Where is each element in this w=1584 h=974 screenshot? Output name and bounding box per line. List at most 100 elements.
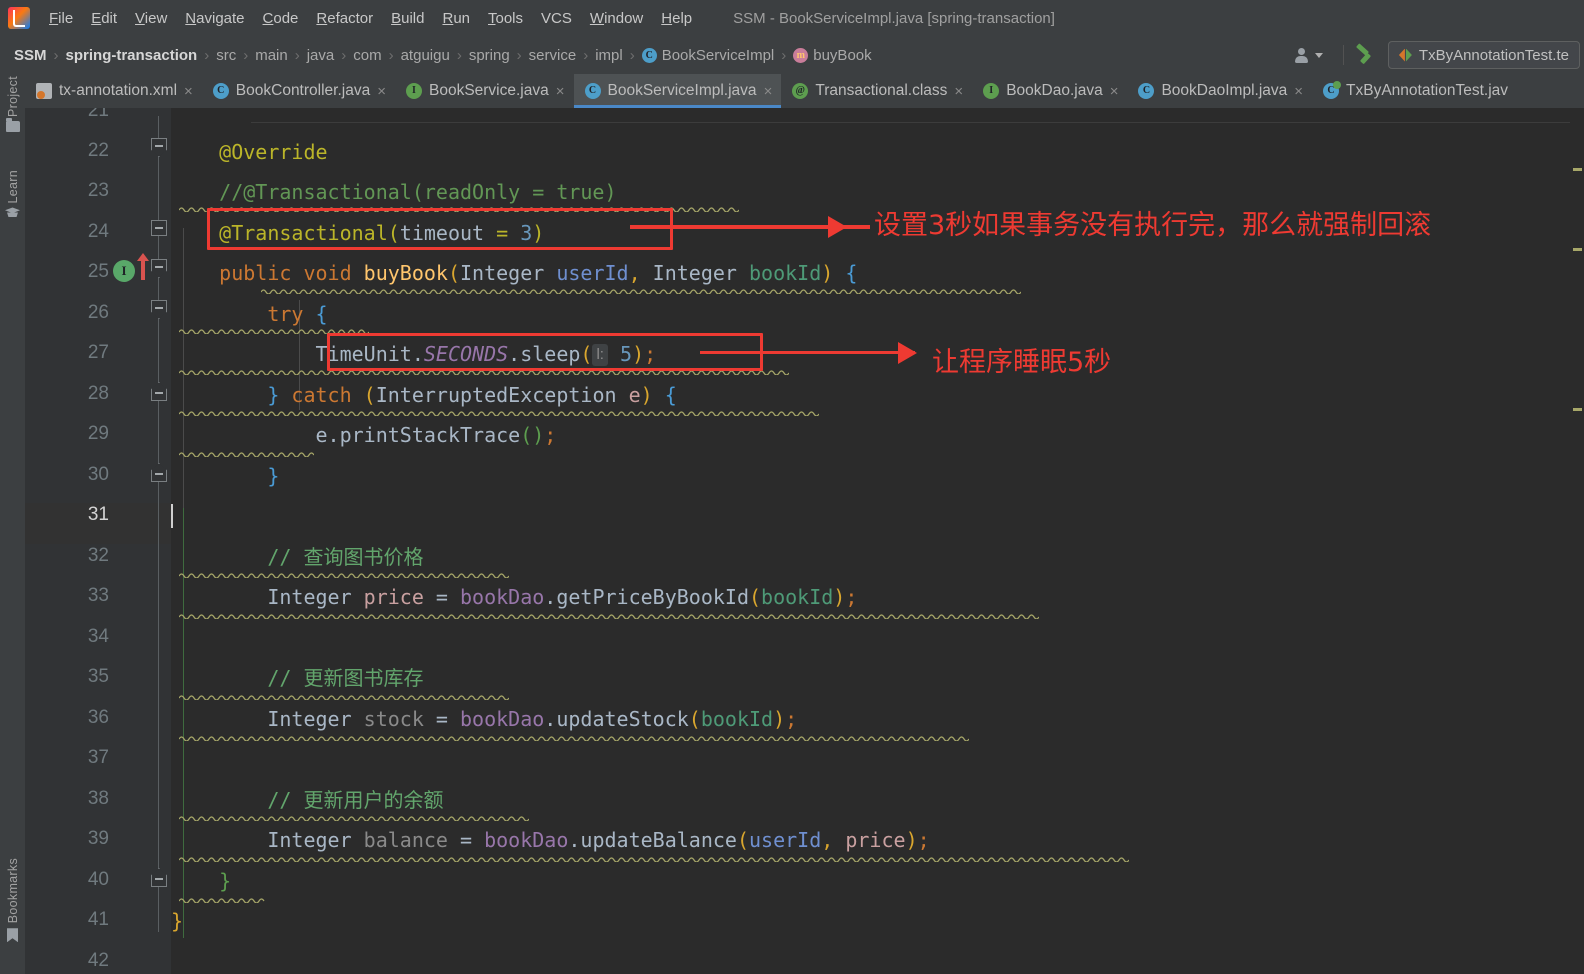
sidebar-item-project[interactable]: Project xyxy=(0,76,25,136)
close-icon[interactable]: × xyxy=(954,84,963,99)
line-number: 42 xyxy=(87,950,109,971)
run-config-label: TxByAnnotationTest.te xyxy=(1418,46,1569,64)
breadcrumb-item-bookserviceimpl[interactable]: C BookServiceImpl xyxy=(641,46,775,64)
tab-bookservice-java[interactable]: I BookService.java × xyxy=(395,74,574,108)
annotation-arrow-head-icon xyxy=(828,216,847,238)
line-number: 36 xyxy=(87,707,109,728)
breadcrumb-item-buybook[interactable]: m buyBook xyxy=(793,47,872,64)
tab-bookcontroller-java[interactable]: C BookController.java × xyxy=(202,74,395,108)
tab-bookserviceimpl-java[interactable]: C BookServiceImpl.java × xyxy=(573,74,782,108)
inspection-squiggle xyxy=(179,410,819,416)
code-line-27: TimeUnit.SECONDS.sleep(l: 5); xyxy=(171,342,657,366)
breadcrumb-item-src[interactable]: src xyxy=(216,47,236,64)
menu-item-file[interactable]: File xyxy=(40,7,82,30)
inspection-squiggle xyxy=(179,856,1129,862)
inspection-squiggle xyxy=(179,897,265,903)
sidebar-item-bookmarks[interactable]: Bookmarks xyxy=(0,858,25,943)
line-number: 30 xyxy=(87,464,109,485)
menu-item-help[interactable]: Help xyxy=(652,7,701,30)
breadcrumb-separator-icon: › xyxy=(294,46,300,64)
intellij-window: File Edit View Navigate Code Refactor Bu… xyxy=(0,0,1584,974)
line-number: 41 xyxy=(87,909,109,930)
navigation-bar: SSM › spring-transaction › src › main › … xyxy=(0,36,1584,75)
class-icon: C xyxy=(212,83,229,99)
fold-marker[interactable] xyxy=(151,220,167,236)
close-icon[interactable]: × xyxy=(184,84,193,99)
stripe-mark-warning[interactable] xyxy=(1573,408,1582,411)
inspection-squiggle xyxy=(179,694,509,700)
tab-label: Transactional.class xyxy=(815,82,948,99)
close-icon[interactable]: × xyxy=(1294,84,1303,99)
sidebar-item-learn[interactable]: Learn xyxy=(0,170,25,218)
breadcrumb-item-spring[interactable]: spring xyxy=(469,47,510,64)
tab-label: BookServiceImpl.java xyxy=(607,82,757,99)
breadcrumb-separator-icon: › xyxy=(388,46,394,64)
code-line-40: } xyxy=(171,869,232,893)
code-line-32: // 查询图书价格 xyxy=(171,545,424,569)
line-number-current: 31 xyxy=(87,504,109,525)
tab-tx-annotation-xml[interactable]: tx-annotation.xml × xyxy=(25,74,202,108)
menu-item-tools[interactable]: Tools xyxy=(479,7,532,30)
tab-label: BookDaoImpl.java xyxy=(1161,82,1288,99)
tab-transactional-class[interactable]: @ Transactional.class × xyxy=(781,74,972,108)
inspection-squiggle xyxy=(261,288,1021,294)
menu-item-run[interactable]: Run xyxy=(433,7,479,30)
menu-item-build[interactable]: Build xyxy=(382,7,433,30)
annotation-arrow-line xyxy=(700,351,915,354)
close-icon[interactable]: × xyxy=(377,84,386,99)
chevron-down-icon[interactable] xyxy=(1314,52,1323,58)
line-number: 32 xyxy=(87,545,109,566)
line-number: 24 xyxy=(87,221,109,242)
breadcrumb-item-atguigu[interactable]: atguigu xyxy=(401,47,450,64)
line-number: 37 xyxy=(87,747,109,768)
breadcrumb-item-com[interactable]: com xyxy=(353,47,381,64)
tab-bookdaoimpl-java[interactable]: C BookDaoImpl.java × xyxy=(1127,74,1312,108)
breadcrumb-item-spring-transaction[interactable]: spring-transaction xyxy=(66,47,198,64)
line-number: 35 xyxy=(87,666,109,687)
breadcrumb-item-main[interactable]: main xyxy=(255,47,288,64)
sidebar-item-label: Learn xyxy=(5,170,20,204)
code-line-30: } xyxy=(171,464,280,488)
breadcrumb-label: BookServiceImpl xyxy=(661,46,775,64)
implementing-method-icon[interactable]: I xyxy=(113,260,135,282)
stripe-mark-warning[interactable] xyxy=(1573,168,1582,171)
inspection-squiggle xyxy=(179,206,739,212)
breadcrumb-item-impl[interactable]: impl xyxy=(595,47,623,64)
run-configuration-selector[interactable]: TxByAnnotationTest.te xyxy=(1387,41,1580,69)
breadcrumb-item-ssm[interactable]: SSM xyxy=(14,47,47,64)
code-line-41: } xyxy=(171,909,184,933)
tab-bookdao-java[interactable]: I BookDao.java × xyxy=(972,74,1127,108)
breadcrumb-item-service[interactable]: service xyxy=(529,47,577,64)
menu-item-edit[interactable]: Edit xyxy=(82,7,126,30)
inspection-squiggle xyxy=(179,328,369,334)
stripe-mark-warning[interactable] xyxy=(1573,248,1582,251)
close-icon[interactable]: × xyxy=(556,84,565,99)
toolbar-right: TxByAnnotationTest.te xyxy=(1287,41,1584,69)
menu-item-vcs[interactable]: VCS xyxy=(532,7,581,30)
inspection-squiggle xyxy=(179,735,969,741)
menu-item-navigate[interactable]: Navigate xyxy=(176,7,253,30)
hammer-icon[interactable] xyxy=(1354,44,1376,66)
menu-item-code[interactable]: Code xyxy=(254,7,308,30)
menu-item-refactor[interactable]: Refactor xyxy=(307,7,382,30)
menu-item-window[interactable]: Window xyxy=(581,7,652,30)
menu-item-view[interactable]: View xyxy=(126,7,176,30)
code-line-28: } catch (InterruptedException e) { xyxy=(171,383,677,407)
person-icon[interactable] xyxy=(1293,47,1310,64)
close-icon[interactable]: × xyxy=(1110,84,1119,99)
tab-txbyannotationtest-java[interactable]: C TxByAnnotationTest.jav xyxy=(1312,74,1524,108)
breadcrumb-separator-icon: › xyxy=(629,46,635,64)
line-number: 21 xyxy=(87,108,109,121)
code-line-24: @Transactional(timeout = 3) xyxy=(171,221,545,245)
line-number: 39 xyxy=(87,828,109,849)
folder-icon xyxy=(5,118,20,133)
inspection-squiggle xyxy=(179,451,314,457)
error-stripe-scrollbar[interactable] xyxy=(1570,108,1584,974)
line-number: 22 xyxy=(87,140,109,161)
annotation-arrow-head-icon xyxy=(898,342,917,364)
line-number: 38 xyxy=(87,788,109,809)
close-icon[interactable]: × xyxy=(764,84,773,99)
code-line-23: //@Transactional(readOnly = true) xyxy=(171,180,617,204)
breadcrumb-item-java[interactable]: java xyxy=(307,47,335,64)
inspection-squiggle xyxy=(179,613,1039,619)
